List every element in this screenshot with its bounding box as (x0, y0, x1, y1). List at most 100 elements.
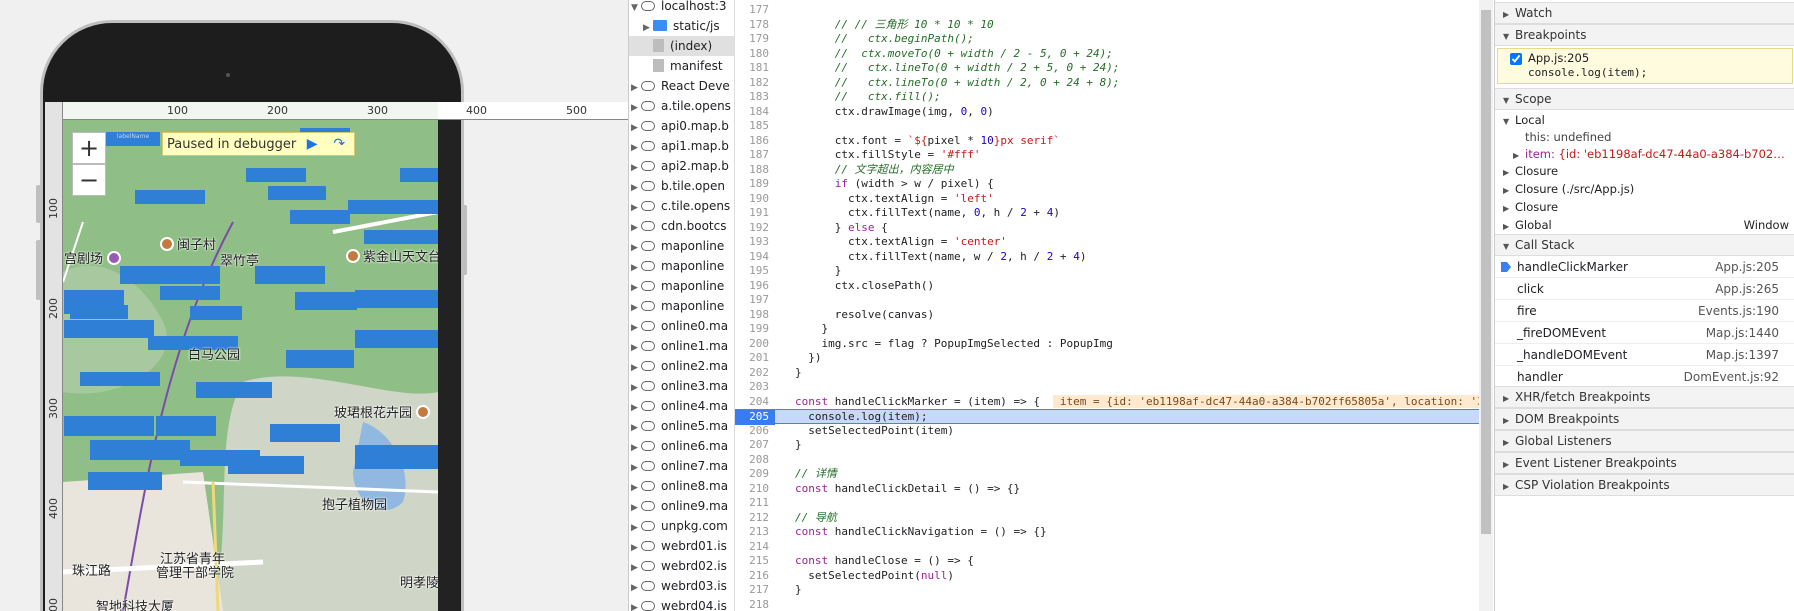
line-number[interactable]: 184 (735, 105, 775, 120)
line-number[interactable]: 203 (735, 380, 775, 395)
code-line[interactable]: 197 (735, 293, 1480, 308)
tree-item[interactable]: ▶ api1.map.b (629, 136, 734, 158)
line-number[interactable]: 202 (735, 366, 775, 381)
code-editor[interactable]: 177 178 // // 三角形 10 * 10 * 10 179 // ctx.… (735, 0, 1480, 611)
line-number[interactable]: 186 (735, 134, 775, 149)
tree-item[interactable]: ▶ online4.ma (629, 396, 734, 416)
call-stack-frame[interactable]: _fireDOMEvent Map.js:1440 (1495, 322, 1794, 344)
breakpoint-entry[interactable]: App.js:205 console.log(item); (1497, 48, 1793, 84)
expand-right-icon[interactable]: ▶ (631, 518, 641, 538)
call-stack-frame[interactable]: _handleDOMEvent Map.js:1397 (1495, 344, 1794, 366)
editor-scrollbar-thumb[interactable] (1481, 10, 1491, 534)
expand-right-icon[interactable]: ▶ (631, 538, 641, 558)
code-line[interactable]: 183 // ctx.fill(); (735, 90, 1480, 105)
map-marker[interactable] (246, 168, 306, 182)
call-stack-frame[interactable]: fire Events.js:190 (1495, 300, 1794, 322)
tree-item[interactable]: ▶ webrd02.is (629, 556, 734, 578)
code-line[interactable]: 188 // 文字超出，内容居中 (735, 163, 1480, 178)
map-marker[interactable] (348, 200, 408, 214)
code-line[interactable]: 181 // ctx.lineTo(0 + width / 2 + 5, 0 +… (735, 61, 1480, 76)
expand-right-icon[interactable]: ▶ (631, 218, 641, 238)
map-marker[interactable] (355, 330, 438, 348)
scope-local[interactable]: ▼ Local (1495, 111, 1794, 129)
step-over-icon[interactable]: ↷ (328, 135, 350, 153)
tree-item[interactable]: ▶ online1.ma (629, 336, 734, 356)
code-line[interactable]: 185 (735, 119, 1480, 134)
line-number[interactable]: 196 (735, 279, 775, 294)
code-line[interactable]: 179 // ctx.beginPath(); (735, 32, 1480, 47)
map-marker[interactable]: labelName (106, 132, 160, 146)
map-marker[interactable] (160, 286, 220, 300)
expand-right-icon[interactable]: ▶ (631, 78, 641, 98)
map-marker[interactable] (355, 290, 438, 308)
line-number[interactable]: 218 (735, 598, 775, 611)
code-line[interactable]: 184 ctx.drawImage(img, 0, 0) (735, 105, 1480, 120)
expand-right-icon[interactable]: ▶ (631, 98, 641, 118)
map-marker[interactable] (364, 230, 438, 244)
code-line[interactable]: 214 (735, 540, 1480, 555)
global-listeners-header[interactable]: ▶ Global Listeners (1495, 430, 1794, 452)
map-marker[interactable] (64, 320, 154, 338)
line-number[interactable]: 214 (735, 540, 775, 555)
expand-right-icon[interactable]: ▶ (631, 138, 641, 158)
code-line[interactable]: 202} (735, 366, 1480, 381)
line-number[interactable]: 211 (735, 496, 775, 511)
line-number[interactable]: 193 (735, 235, 775, 250)
code-line[interactable]: 196 ctx.closePath() (735, 279, 1480, 294)
code-line[interactable]: 190 ctx.textAlign = 'left' (735, 192, 1480, 207)
map-marker[interactable] (255, 266, 325, 284)
expand-right-icon[interactable]: ▶ (631, 118, 641, 138)
line-number[interactable]: 216 (735, 569, 775, 584)
code-line[interactable]: 203 (735, 380, 1480, 395)
line-number[interactable]: 201 (735, 351, 775, 366)
code-line[interactable]: 213 const handleClickNavigation = () => {… (735, 525, 1480, 540)
breakpoint-marker[interactable]: 205 (735, 410, 775, 425)
code-line[interactable]: 217} (735, 583, 1480, 598)
map-marker[interactable] (70, 305, 128, 319)
zoom-in-button[interactable]: + (72, 132, 106, 164)
tree-item[interactable]: ▶ online3.ma (629, 376, 734, 398)
map-marker[interactable] (268, 186, 326, 200)
map-marker[interactable] (355, 445, 438, 469)
expand-right-icon[interactable]: ▶ (631, 298, 641, 318)
code-line[interactable]: 198 resolve(canvas) (735, 308, 1480, 323)
code-line[interactable]: 193 ctx.textAlign = 'center' (735, 235, 1480, 250)
line-number[interactable]: 210 (735, 482, 775, 497)
expand-right-icon[interactable]: ▶ (631, 178, 641, 198)
breakpoint-checkbox[interactable] (1510, 53, 1522, 65)
map-marker[interactable] (80, 372, 160, 386)
line-number[interactable]: 197 (735, 293, 775, 308)
code-line[interactable]: 194 ctx.fillText(name, w / 2, h / 2 + 4) (735, 250, 1480, 265)
tree-item[interactable]: ▶ online8.ma (629, 476, 734, 496)
tree-item[interactable]: ▶ webrd03.is (629, 576, 734, 596)
scope-global[interactable]: ▶ Global Window (1495, 216, 1794, 234)
tree-item[interactable]: ▶ api0.map.b (629, 116, 734, 138)
code-line[interactable]: 182 // ctx.lineTo(0 + width / 2, 0 + 24 … (735, 76, 1480, 91)
line-number[interactable]: 189 (735, 177, 775, 192)
line-number[interactable]: 212 (735, 511, 775, 526)
expand-right-icon[interactable]: ▶ (631, 358, 641, 378)
line-number[interactable]: 183 (735, 90, 775, 105)
tree-item[interactable]: ▶ online7.ma (629, 456, 734, 476)
line-number[interactable]: 190 (735, 192, 775, 207)
line-number[interactable]: 200 (735, 337, 775, 352)
scope-section-header[interactable]: ▼ Scope (1495, 88, 1794, 110)
line-number[interactable]: 187 (735, 148, 775, 163)
code-line[interactable]: 195 } (735, 264, 1480, 279)
scope-closure[interactable]: ▶ Closure (1495, 162, 1794, 180)
expand-right-icon[interactable]: ▶ (631, 558, 641, 578)
code-line[interactable]: 216 setSelectedPoint(null) (735, 569, 1480, 584)
line-number[interactable]: 215 (735, 554, 775, 569)
code-line[interactable]: 206 setSelectedPoint(item) (735, 424, 1480, 439)
code-line[interactable]: 201 }) (735, 351, 1480, 366)
tree-item[interactable]: ▶ a.tile.opens (629, 96, 734, 118)
expand-right-icon[interactable]: ▶ (631, 378, 641, 398)
tree-item[interactable]: ▶ static/js (629, 16, 734, 36)
tree-item[interactable]: ▶ online0.ma (629, 316, 734, 338)
expand-right-icon[interactable]: ▶ (631, 318, 641, 338)
expand-right-icon[interactable]: ▶ (631, 598, 641, 611)
code-line[interactable]: 210 const handleClickDetail = () => {} (735, 482, 1480, 497)
csp-violation-breakpoints-header[interactable]: ▶ CSP Violation Breakpoints (1495, 474, 1794, 496)
zoom-out-button[interactable]: − (72, 164, 106, 196)
code-line[interactable]: 204 const handleClickMarker = (item) => {… (735, 394, 1480, 410)
